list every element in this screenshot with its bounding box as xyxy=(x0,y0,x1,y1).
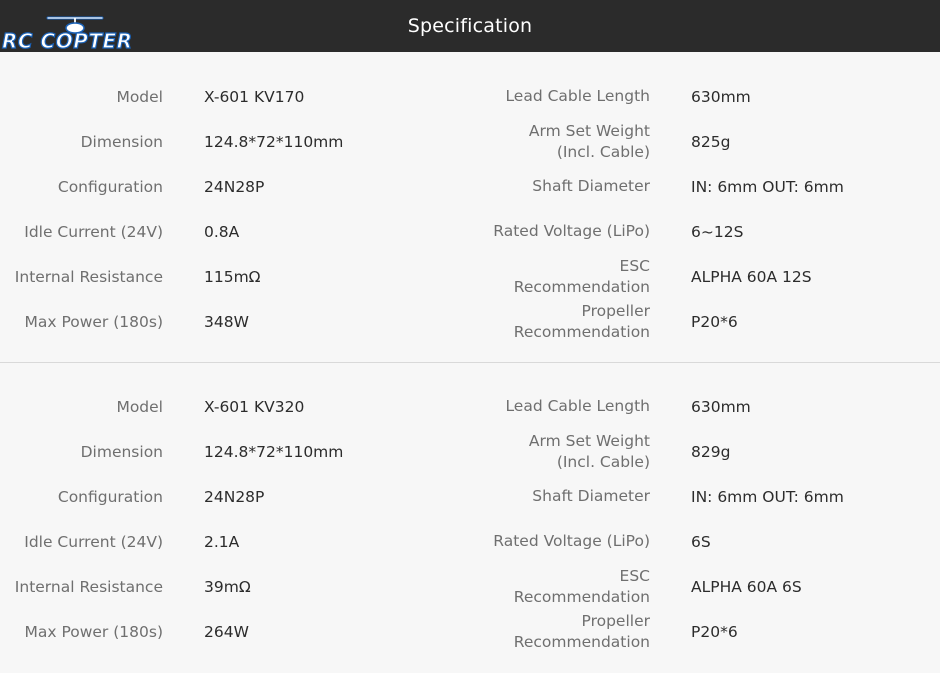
spec-row: Idle Current (24V) 2.1A Rated Voltage (L… xyxy=(0,519,940,564)
spec-value: 124.8*72*110mm xyxy=(204,442,344,461)
spec-value: 6S xyxy=(691,532,711,551)
spec-row: Max Power (180s) 348W Propeller Recommen… xyxy=(0,299,940,344)
spec-label: Configuration xyxy=(57,487,163,506)
spec-value: X-601 KV170 xyxy=(204,87,305,106)
page-title: Specification xyxy=(407,15,533,37)
spec-value: 630mm xyxy=(691,397,751,416)
brand-logo: RC COPTER xyxy=(0,14,145,54)
spec-label: Arm Set Weight (Incl. Cable) xyxy=(528,431,650,471)
spec-row: Configuration 24N28P Shaft Diameter IN: … xyxy=(0,164,940,209)
spec-label: Internal Resistance xyxy=(14,267,163,286)
spec-label: Dimension xyxy=(80,132,163,151)
spec-value: 6~12S xyxy=(691,222,744,241)
spec-value: P20*6 xyxy=(691,622,738,641)
spec-label: Idle Current (24V) xyxy=(24,532,163,551)
spec-label: Idle Current (24V) xyxy=(24,222,163,241)
spec-label: Model xyxy=(116,87,163,106)
spec-value: 39mΩ xyxy=(204,577,251,596)
spec-row: Internal Resistance 115mΩ ESC Recommenda… xyxy=(0,254,940,299)
spec-value: ALPHA 60A 12S xyxy=(691,267,812,286)
spec-value: X-601 KV320 xyxy=(204,397,305,416)
spec-label: Arm Set Weight (Incl. Cable) xyxy=(528,121,650,161)
spec-row: Model X-601 KV170 Lead Cable Length 630m… xyxy=(0,74,940,119)
spec-value: 264W xyxy=(204,622,249,641)
spec-label: ESC Recommendation xyxy=(513,566,650,606)
spec-label: Internal Resistance xyxy=(14,577,163,596)
spec-row: Configuration 24N28P Shaft Diameter IN: … xyxy=(0,474,940,519)
spec-label: Dimension xyxy=(80,442,163,461)
spec-label: Shaft Diameter xyxy=(532,487,650,505)
spec-label: Lead Cable Length xyxy=(505,397,650,415)
spec-section-kv320: Model X-601 KV320 Lead Cable Length 630m… xyxy=(0,363,940,673)
spec-value: IN: 6mm OUT: 6mm xyxy=(691,487,844,506)
spec-label: Max Power (180s) xyxy=(24,622,163,641)
spec-value: ALPHA 60A 6S xyxy=(691,577,802,596)
spec-value: IN: 6mm OUT: 6mm xyxy=(691,177,844,196)
spec-value: 829g xyxy=(691,442,731,461)
spec-row: Dimension 124.8*72*110mm Arm Set Weight … xyxy=(0,429,940,474)
spec-value: 348W xyxy=(204,312,249,331)
spec-row: Idle Current (24V) 0.8A Rated Voltage (L… xyxy=(0,209,940,254)
spec-value: P20*6 xyxy=(691,312,738,331)
spec-value: 630mm xyxy=(691,87,751,106)
spec-label: Max Power (180s) xyxy=(24,312,163,331)
spec-section-kv170: Model X-601 KV170 Lead Cable Length 630m… xyxy=(0,52,940,362)
spec-row: Dimension 124.8*72*110mm Arm Set Weight … xyxy=(0,119,940,164)
spec-row: Model X-601 KV320 Lead Cable Length 630m… xyxy=(0,384,940,429)
spec-label: Propeller Recommendation xyxy=(513,301,650,341)
spec-label: Rated Voltage (LiPo) xyxy=(493,222,650,240)
spec-value: 124.8*72*110mm xyxy=(204,132,344,151)
spec-value: 0.8A xyxy=(204,222,240,241)
spec-label: Rated Voltage (LiPo) xyxy=(493,532,650,550)
spec-value: 24N28P xyxy=(204,487,265,506)
spec-value: 825g xyxy=(691,132,731,151)
logo-text: RC COPTER xyxy=(1,28,133,53)
spec-value: 2.1A xyxy=(204,532,240,551)
spec-label: ESC Recommendation xyxy=(513,256,650,296)
spec-label: Lead Cable Length xyxy=(505,87,650,105)
spec-value: 24N28P xyxy=(204,177,265,196)
spec-label: Model xyxy=(116,397,163,416)
spec-value: 115mΩ xyxy=(204,267,261,286)
spec-label: Shaft Diameter xyxy=(532,177,650,195)
spec-row: Max Power (180s) 264W Propeller Recommen… xyxy=(0,609,940,654)
spec-row: Internal Resistance 39mΩ ESC Recommendat… xyxy=(0,564,940,609)
spec-label: Propeller Recommendation xyxy=(513,611,650,651)
spec-label: Configuration xyxy=(57,177,163,196)
